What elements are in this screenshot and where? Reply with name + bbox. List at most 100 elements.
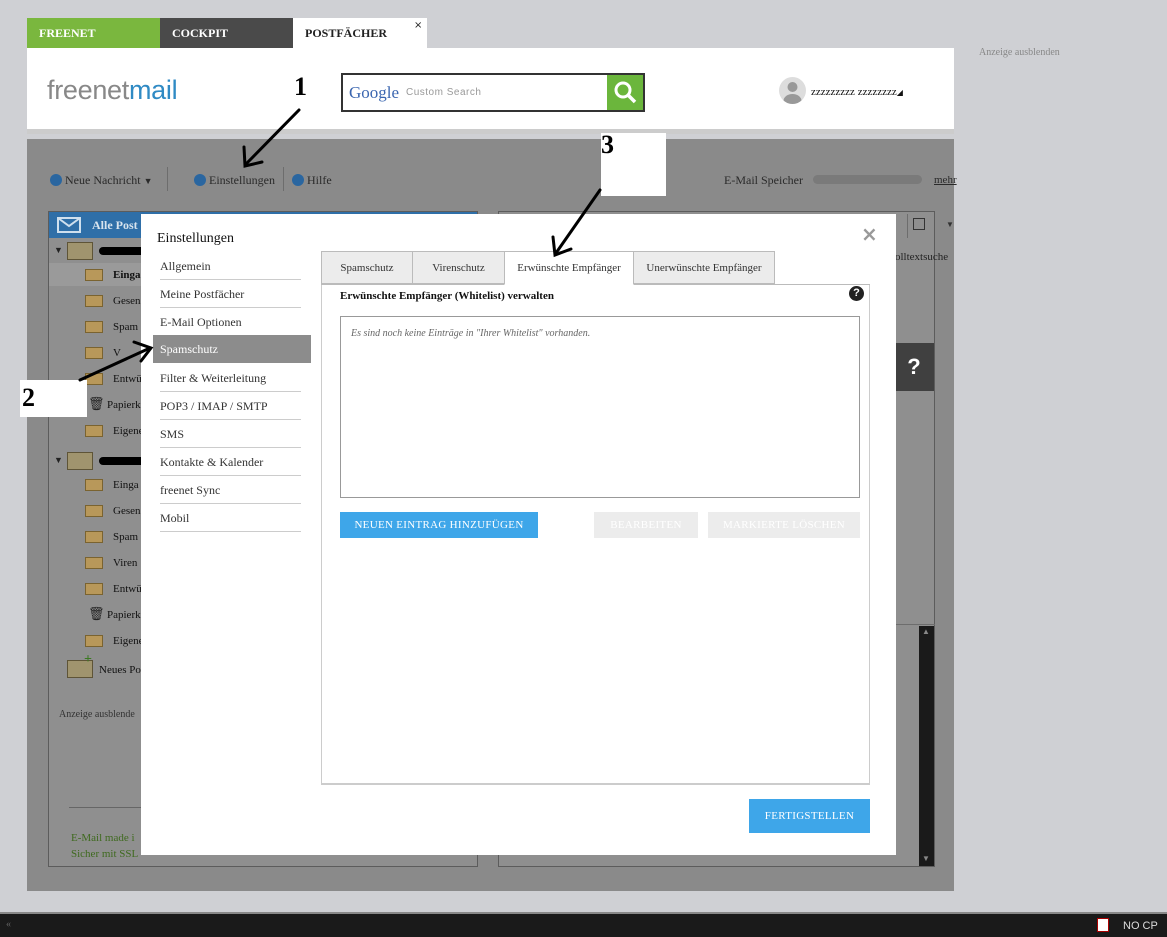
nav-item-pop3[interactable]: POP3 / IMAP / SMTP bbox=[160, 392, 301, 420]
annotation-label-3: 3 bbox=[601, 132, 666, 196]
tab-virenschutz[interactable]: Virenschutz bbox=[412, 251, 505, 284]
play-icon bbox=[194, 174, 206, 186]
layout-toggle[interactable]: ▼ bbox=[907, 214, 954, 238]
tab-freenet[interactable]: FREENET bbox=[27, 18, 160, 48]
settings-button[interactable]: Einstellungen bbox=[194, 173, 275, 188]
nav-item-allgemein[interactable]: Allgemein bbox=[160, 252, 301, 280]
divider bbox=[69, 807, 149, 808]
tab-cockpit[interactable]: COCKPIT bbox=[160, 18, 293, 48]
new-message-button[interactable]: Neue Nachricht ▼ bbox=[50, 173, 153, 188]
nav-item-sms[interactable]: SMS bbox=[160, 420, 301, 448]
add-entry-button[interactable]: NEUEN EINTRAG HINZUFÜGEN bbox=[340, 512, 538, 538]
close-tab-icon[interactable]: × bbox=[414, 20, 422, 31]
whitelist-list[interactable]: Es sind noch keine Einträge in "Ihrer Wh… bbox=[340, 316, 860, 498]
play-icon bbox=[50, 174, 62, 186]
status-text: NO CP bbox=[1123, 920, 1158, 932]
nav-item-email-options[interactable]: E-Mail Optionen bbox=[160, 308, 301, 336]
divider bbox=[167, 167, 168, 191]
folder-icon bbox=[85, 479, 103, 491]
freenetmail-logo[interactable]: freenetmail bbox=[47, 75, 178, 106]
nav-item-spamschutz[interactable]: Spamschutz bbox=[153, 335, 311, 363]
folder-label[interactable]: Papierk bbox=[107, 399, 141, 411]
play-icon bbox=[292, 174, 304, 186]
nav-item-mobil[interactable]: Mobil bbox=[160, 504, 301, 532]
scroll-down-icon[interactable]: ▼ bbox=[922, 854, 930, 863]
footer-text: E-Mail made i bbox=[71, 832, 135, 844]
finish-button[interactable]: FERTIGSTELLEN bbox=[749, 799, 870, 833]
search-box[interactable]: Google Custom Search bbox=[341, 73, 645, 112]
storage-more-link[interactable]: mehr bbox=[934, 174, 957, 186]
annotation-label-2: 2 bbox=[20, 380, 87, 417]
header: freenetmail Google Custom Search zzzzzzz… bbox=[27, 48, 954, 134]
folder-open-icon bbox=[85, 269, 103, 281]
folder-label[interactable]: Viren bbox=[113, 557, 137, 569]
divider bbox=[775, 284, 870, 285]
folder-label[interactable]: Gesen bbox=[113, 295, 141, 307]
search-button[interactable] bbox=[607, 75, 643, 110]
account-icon bbox=[67, 242, 93, 260]
help-button[interactable]: Hilfe bbox=[292, 173, 332, 188]
tab-erwuenschte-empfaenger[interactable]: Erwünschte Empfänger bbox=[504, 251, 634, 285]
folder-icon bbox=[85, 505, 103, 517]
annotation-label-1: 1 bbox=[294, 72, 307, 101]
dialog-title: Einstellungen bbox=[157, 231, 234, 246]
folder-label[interactable]: Spam bbox=[113, 531, 138, 543]
delete-selected-button[interactable]: MARKIERTE LÖSCHEN bbox=[708, 512, 860, 538]
folder-label[interactable]: Eigene bbox=[113, 635, 144, 647]
divider bbox=[283, 167, 284, 191]
plus-icon: + bbox=[84, 652, 92, 667]
folder-icon bbox=[85, 425, 103, 437]
pdf-icon[interactable] bbox=[1097, 918, 1109, 932]
nav-item-filter[interactable]: Filter & Weiterleitung bbox=[160, 364, 301, 392]
google-logo: Google bbox=[349, 83, 400, 102]
folder-icon bbox=[85, 373, 103, 385]
new-mailbox-link[interactable]: Neues Po bbox=[99, 664, 141, 676]
folder-label[interactable]: Papierk bbox=[107, 609, 141, 621]
scroll-up-icon[interactable]: ▲ bbox=[922, 627, 930, 636]
fulltext-search-label[interactable]: olltextsuche bbox=[895, 251, 948, 263]
edit-button[interactable]: BEARBEITEN bbox=[594, 512, 698, 538]
tab-postfaecher[interactable]: POSTFÄCHER bbox=[293, 18, 427, 48]
nav-item-sync[interactable]: freenet Sync bbox=[160, 476, 301, 504]
dropdown-arrow-icon: ◢ bbox=[896, 88, 903, 97]
account-icon bbox=[67, 452, 93, 470]
folder-label[interactable]: Einga bbox=[113, 479, 139, 491]
search-icon bbox=[614, 81, 637, 104]
folder-icon bbox=[85, 531, 103, 543]
scrollbar[interactable]: ▲ ▼ bbox=[919, 626, 934, 866]
folder-icon bbox=[85, 347, 103, 359]
divider bbox=[321, 284, 504, 285]
folder-label[interactable]: V bbox=[113, 347, 121, 359]
status-bar: « NO CP bbox=[0, 912, 1167, 937]
folder-icon bbox=[85, 321, 103, 333]
help-icon[interactable]: ? bbox=[849, 286, 864, 301]
close-icon[interactable]: × bbox=[861, 222, 878, 246]
nav-item-contacts[interactable]: Kontakte & Kalender bbox=[160, 448, 301, 476]
folder-label[interactable]: Entwü bbox=[113, 373, 142, 385]
footer-text: Sicher mit SSL bbox=[71, 848, 139, 860]
expand-icon[interactable]: ▼ bbox=[54, 245, 63, 255]
whitelist-empty-text: Es sind noch keine Einträge in "Ihrer Wh… bbox=[351, 328, 591, 339]
ad-hide-link[interactable]: Anzeige ausblenden bbox=[979, 47, 1060, 58]
help-box-button[interactable]: ? bbox=[894, 343, 934, 391]
ad-hide-link[interactable]: Anzeige ausblende bbox=[59, 709, 135, 720]
folder-label[interactable]: Spam bbox=[113, 321, 138, 333]
folder-label[interactable]: Gesen bbox=[113, 505, 141, 517]
envelope-icon bbox=[57, 217, 81, 233]
tab-unerwuenschte-empfaenger[interactable]: Unerwünschte Empfänger bbox=[633, 251, 775, 284]
layout-icon bbox=[913, 218, 925, 230]
tab-spamschutz[interactable]: Spamschutz bbox=[321, 251, 413, 284]
storage-progress-bar bbox=[813, 175, 922, 184]
folder-label[interactable]: Entwü bbox=[113, 583, 142, 595]
chevron-down-icon: ▼ bbox=[946, 220, 954, 229]
username-menu[interactable]: zzzzzzzzz zzzzzzzz◢ bbox=[811, 86, 903, 98]
nav-item-postfaecher[interactable]: Meine Postfächer bbox=[160, 280, 301, 308]
folder-label[interactable]: Einga bbox=[113, 269, 141, 281]
search-input[interactable]: Custom Search bbox=[406, 87, 481, 98]
folder-label[interactable]: Eigene bbox=[113, 425, 144, 437]
folder-icon bbox=[85, 295, 103, 307]
avatar[interactable] bbox=[779, 77, 806, 104]
expand-icon[interactable]: ▼ bbox=[54, 455, 63, 465]
folder-icon bbox=[85, 635, 103, 647]
trash-icon: 🗑 bbox=[88, 606, 105, 621]
